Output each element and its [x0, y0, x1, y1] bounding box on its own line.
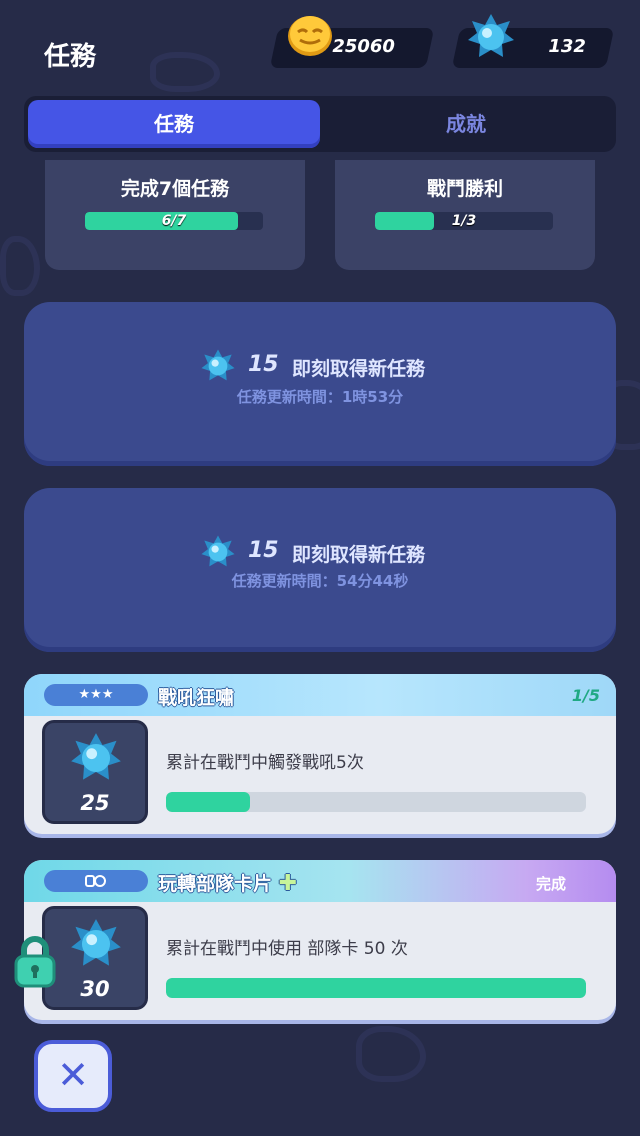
card-swap-icon — [85, 875, 106, 887]
quest-progress-fill — [166, 792, 250, 812]
star-rating: ★★★ — [44, 684, 148, 706]
quest-title: 戰吼狂嘯 — [158, 687, 235, 709]
coin-amount: 25060 — [332, 36, 395, 57]
gem-amount: 132 — [548, 36, 586, 57]
lock-icon[interactable] — [12, 934, 58, 988]
quest-header: ★★★ 戰吼狂嘯 1/5 — [24, 674, 616, 716]
quest-progress-bar — [166, 792, 586, 812]
refresh-timer: 任務更新時間：1時53分 — [236, 388, 404, 406]
reward-amount: 25 — [80, 791, 110, 815]
quest-card[interactable]: 玩轉部隊卡片 ✚ 完成 30 累計在戰鬥中使用 部隊卡 50 次 — [24, 860, 616, 1020]
gem-icon — [468, 14, 514, 57]
close-button[interactable]: ✕ — [34, 1040, 112, 1112]
tab-missions[interactable]: 任務 — [28, 100, 320, 148]
objective-progress-bar: 6/7 — [85, 212, 263, 230]
refresh-mission-slot[interactable]: 15 即刻取得新任務 任務更新時間：1時53分 — [24, 302, 616, 466]
refresh-cost: 15 — [248, 538, 279, 563]
quest-title-text: 玩轉部隊卡片 — [158, 873, 273, 895]
objective-battle-wins: 戰鬥勝利 1/3 — [335, 160, 595, 270]
background-decoration — [356, 1026, 426, 1082]
quest-progress-bar — [166, 978, 586, 998]
refresh-cost: 15 — [248, 352, 279, 377]
gem-icon — [71, 733, 121, 780]
coin-icon — [288, 16, 332, 56]
tab-bar: 任務 成就 — [24, 96, 616, 152]
quest-progress-fill — [166, 978, 586, 998]
quest-progress-text: 1/5 — [571, 686, 600, 705]
refresh-label: 即刻取得新任務 — [292, 358, 426, 380]
quest-description: 累計在戰鬥中觸發戰吼5次 — [166, 753, 364, 773]
gem-icon — [201, 349, 235, 381]
refresh-label: 即刻取得新任務 — [292, 544, 426, 566]
objective-progress-bar: 1/3 — [375, 212, 553, 230]
refresh-timer: 任務更新時間：54分44秒 — [231, 572, 409, 590]
objective-title: 戰鬥勝利 — [426, 178, 503, 200]
quest-title: 玩轉部隊卡片 ✚ — [158, 869, 297, 896]
page-title: 任務 — [44, 42, 97, 72]
quest-status: 完成 — [535, 875, 566, 893]
gem-icon — [71, 919, 121, 966]
objective-complete-missions: 完成7個任務 6/7 — [45, 160, 305, 270]
card-type-badge — [44, 870, 148, 892]
gem-icon — [201, 535, 235, 567]
background-decoration — [150, 52, 220, 92]
quest-card[interactable]: ★★★ 戰吼狂嘯 1/5 25 累計在戰鬥中觸發戰吼5次 — [24, 674, 616, 834]
quest-header: 玩轉部隊卡片 ✚ 完成 — [24, 860, 616, 902]
background-decoration — [0, 236, 40, 296]
reward-amount: 30 — [80, 977, 110, 1001]
objective-progress-text: 6/7 — [161, 213, 187, 229]
objective-title: 完成7個任務 — [120, 178, 230, 200]
refresh-mission-slot[interactable]: 15 即刻取得新任務 任務更新時間：54分44秒 — [24, 488, 616, 652]
objective-progress-text: 1/3 — [451, 213, 477, 229]
plus-icon: ✚ — [278, 871, 298, 896]
tab-achievements[interactable]: 成就 — [320, 100, 612, 148]
quest-description: 累計在戰鬥中使用 部隊卡 50 次 — [166, 939, 408, 959]
reward-box: 25 — [42, 720, 148, 824]
